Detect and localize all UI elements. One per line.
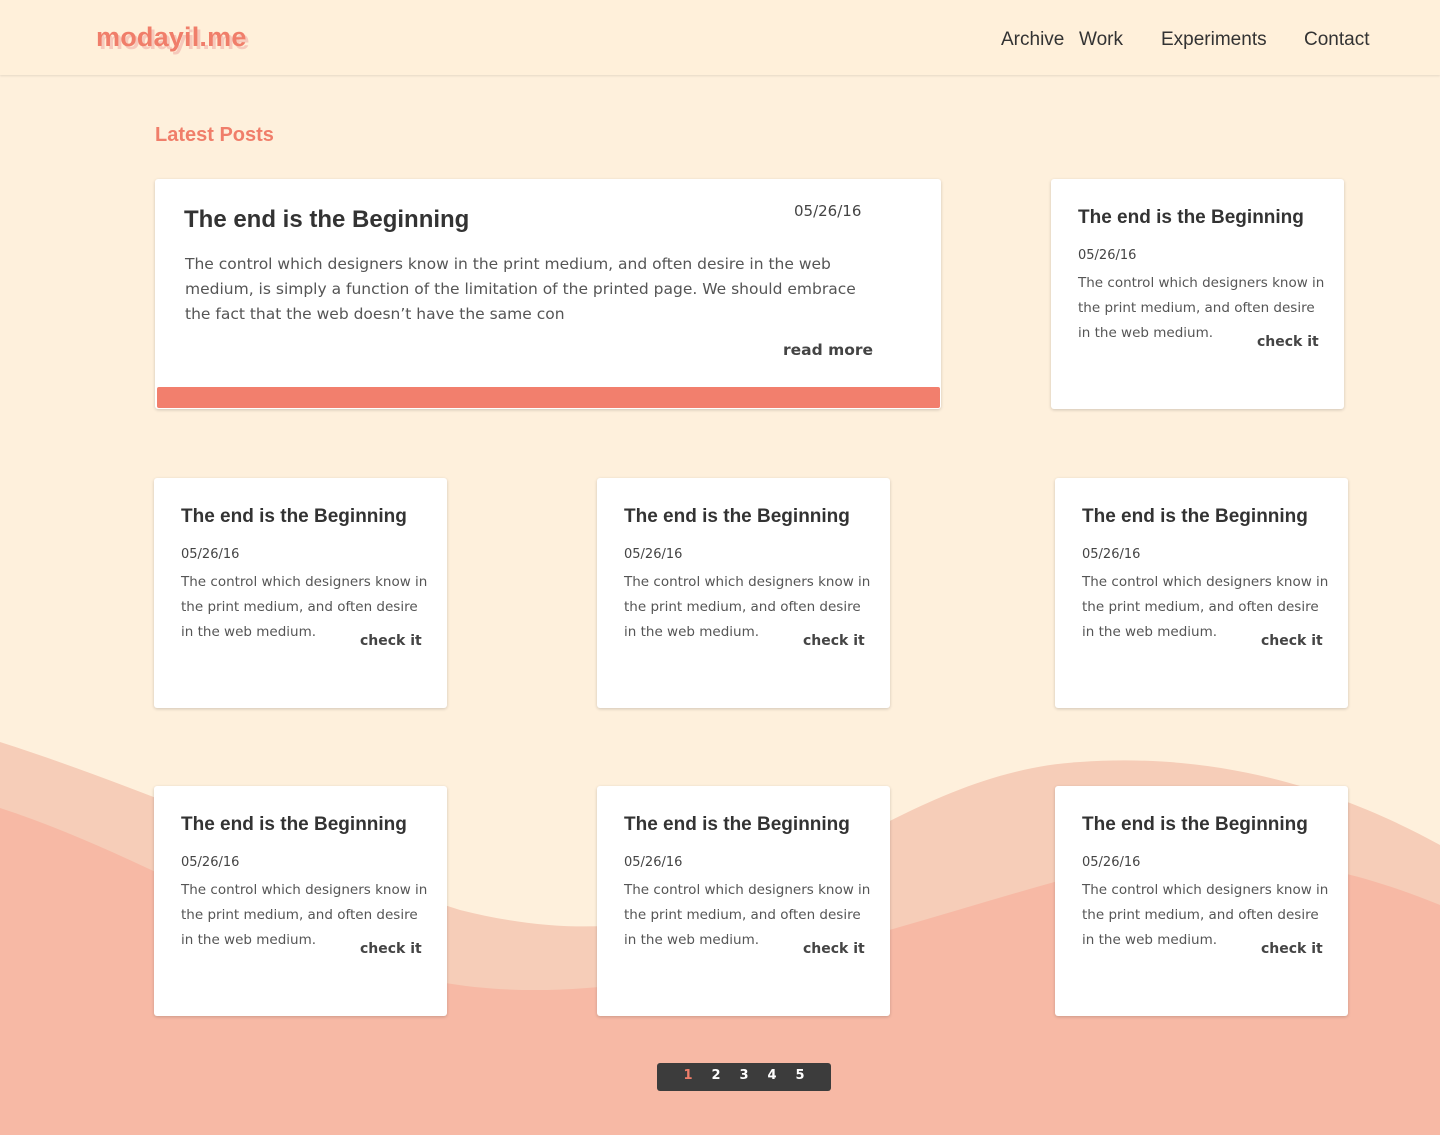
nav-item-archive[interactable]: Archive [1001, 29, 1064, 51]
post-title[interactable]: The end is the Beginning [624, 814, 850, 836]
pagination: 1 2 3 4 5 [657, 1063, 831, 1091]
nav-item-work[interactable]: Work [1079, 29, 1123, 51]
post-card: The end is the Beginning 05/26/16 The co… [1055, 478, 1348, 708]
post-date: 05/26/16 [1082, 855, 1141, 870]
page-link-1[interactable]: 1 [681, 1068, 695, 1083]
post-title[interactable]: The end is the Beginning [624, 506, 850, 528]
featured-accent-bar [157, 387, 940, 408]
featured-post-excerpt: The control which designers know in the … [185, 255, 856, 323]
featured-post-date: 05/26/16 [794, 202, 862, 220]
check-it-link[interactable]: check it [360, 633, 422, 649]
post-date: 05/26/16 [624, 547, 683, 562]
post-card: The end is the Beginning 05/26/16 The co… [597, 478, 890, 708]
post-date: 05/26/16 [1082, 547, 1141, 562]
nav-item-experiments[interactable]: Experiments [1161, 29, 1267, 51]
site-logo[interactable]: modayil.me [96, 22, 247, 53]
post-card: The end is the Beginning 05/26/16 The co… [154, 478, 447, 708]
post-title[interactable]: The end is the Beginning [1082, 506, 1308, 528]
site-header: modayil.me Archive Work Experiments Cont… [0, 0, 1440, 75]
page-link-4[interactable]: 4 [765, 1068, 779, 1083]
post-title[interactable]: The end is the Beginning [1082, 814, 1308, 836]
post-card: The end is the Beginning 05/26/16 The co… [154, 786, 447, 1016]
check-it-link[interactable]: check it [360, 941, 422, 957]
page-link-3[interactable]: 3 [737, 1068, 751, 1083]
post-card: The end is the Beginning 05/26/16 The co… [1051, 179, 1344, 409]
post-title[interactable]: The end is the Beginning [181, 506, 407, 528]
post-date: 05/26/16 [181, 547, 240, 562]
check-it-link[interactable]: check it [1257, 334, 1319, 350]
post-title[interactable]: The end is the Beginning [181, 814, 407, 836]
nav-item-contact[interactable]: Contact [1304, 29, 1369, 51]
featured-post-title[interactable]: The end is the Beginning [184, 206, 469, 234]
page-link-5[interactable]: 5 [793, 1068, 807, 1083]
check-it-link[interactable]: check it [803, 941, 865, 957]
post-card: The end is the Beginning 05/26/16 The co… [1055, 786, 1348, 1016]
read-more-link[interactable]: read more [783, 341, 873, 359]
post-card: The end is the Beginning 05/26/16 The co… [597, 786, 890, 1016]
post-date: 05/26/16 [624, 855, 683, 870]
post-date: 05/26/16 [1078, 248, 1137, 263]
featured-post-card: The end is the Beginning 05/26/16 The co… [155, 179, 941, 409]
check-it-link[interactable]: check it [1261, 941, 1323, 957]
post-date: 05/26/16 [181, 855, 240, 870]
page-link-2[interactable]: 2 [709, 1068, 723, 1083]
section-title: Latest Posts [155, 124, 274, 146]
post-title[interactable]: The end is the Beginning [1078, 207, 1304, 229]
check-it-link[interactable]: check it [803, 633, 865, 649]
check-it-link[interactable]: check it [1261, 633, 1323, 649]
